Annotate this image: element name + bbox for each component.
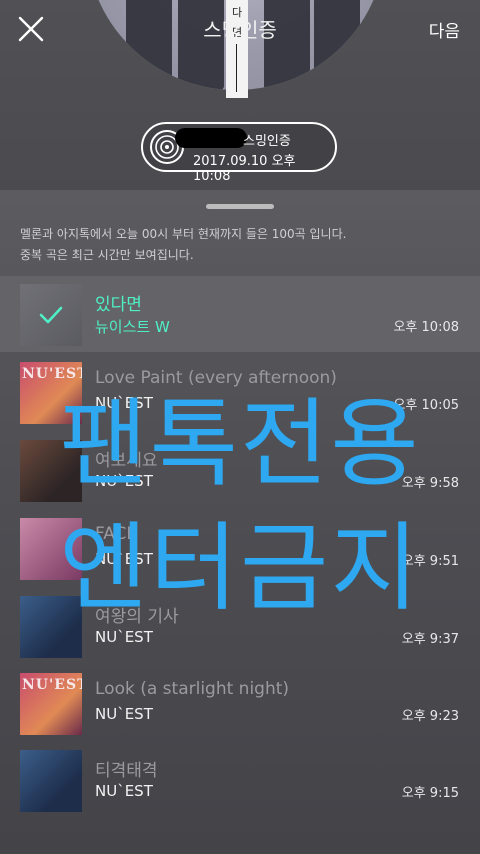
song-artist: NU`EST — [95, 472, 153, 490]
album-thumbnail — [20, 518, 82, 580]
notice-text: 멜론과 아지톡에서 오늘 00시 부터 현재까지 들은 100곡 입니다. 중복… — [20, 224, 460, 266]
sheet-grabber[interactable] — [206, 204, 274, 209]
song-row[interactable]: FACE NU`EST 오후 9:51 — [0, 510, 480, 586]
check-icon — [39, 306, 63, 324]
song-title: Look (a starlight night) — [95, 679, 290, 699]
song-title: 있다면 — [95, 295, 142, 315]
song-title: FACE — [95, 524, 138, 544]
stream-cert-badge: 스밍인증 2017.09.10 오후 10:08 — [141, 122, 337, 184]
page-title: 스밍인증 — [203, 18, 277, 42]
album-thumbnail — [20, 596, 82, 658]
notice-line-2: 중복 곡은 최근 시간만 보여집니다. — [20, 248, 194, 262]
song-time: 오후 10:05 — [393, 398, 459, 413]
notice-line-1: 멜론과 아지톡에서 오늘 00시 부터 현재까지 들은 100곡 입니다. — [20, 227, 347, 241]
song-artist: NU`EST — [95, 394, 153, 412]
song-row[interactable]: 여왕의 기사 NU`EST 오후 9:37 — [0, 588, 480, 664]
song-title: 티격태격 — [95, 761, 158, 781]
song-time: 오후 9:23 — [401, 709, 459, 724]
song-artist: NU`EST — [95, 550, 153, 568]
song-artist: NU`EST — [95, 628, 153, 646]
cert-datetime: 2017.09.10 오후 10:08 — [193, 154, 296, 184]
song-title: 여보세요 — [95, 451, 158, 471]
song-title: Love Paint (every afternoon) — [95, 368, 337, 388]
song-row[interactable]: 있다면 뉴이스트 W 오후 10:08 — [0, 276, 480, 352]
selected-check — [20, 284, 82, 346]
next-button[interactable]: 다음 — [429, 17, 460, 42]
song-time: 오후 9:51 — [401, 554, 459, 569]
song-time: 오후 10:08 — [393, 320, 459, 335]
album-thumbnail: NU'EST — [20, 362, 82, 424]
song-row[interactable]: NU'EST Look (a starlight night) NU`EST 오… — [0, 665, 480, 741]
song-row[interactable]: 여보세요 NU`EST 오후 9:58 — [0, 432, 480, 508]
album-thumb-tag: NU'EST — [22, 677, 82, 693]
cert-label: 스밍인증 — [243, 134, 291, 149]
song-artist: 뉴이스트 W — [95, 318, 170, 336]
song-artist: NU`EST — [95, 705, 153, 723]
header: 다 다 면 스밍인증 다음 스밍인증 2017.09.10 오후 10:08 — [0, 0, 480, 190]
song-artist: NU`EST — [95, 782, 153, 800]
song-title: 여왕의 기사 — [95, 607, 179, 627]
song-time: 오후 9:15 — [401, 786, 459, 801]
song-list-sheet: 멜론과 아지톡에서 오늘 00시 부터 현재까지 들은 100곡 입니다. 중복… — [0, 190, 480, 854]
song-row[interactable]: 티격태격 NU`EST 오후 9:15 — [0, 742, 480, 818]
song-time: 오후 9:58 — [401, 476, 459, 491]
album-thumbnail: NU'EST — [20, 673, 82, 735]
album-thumbnail — [20, 440, 82, 502]
song-row[interactable]: NU'EST Love Paint (every afternoon) NU`E… — [0, 354, 480, 430]
redacted-username — [175, 128, 247, 148]
song-time: 오후 9:37 — [401, 632, 459, 647]
album-thumbnail — [20, 750, 82, 812]
album-thumb-tag: NU'EST — [22, 366, 82, 382]
